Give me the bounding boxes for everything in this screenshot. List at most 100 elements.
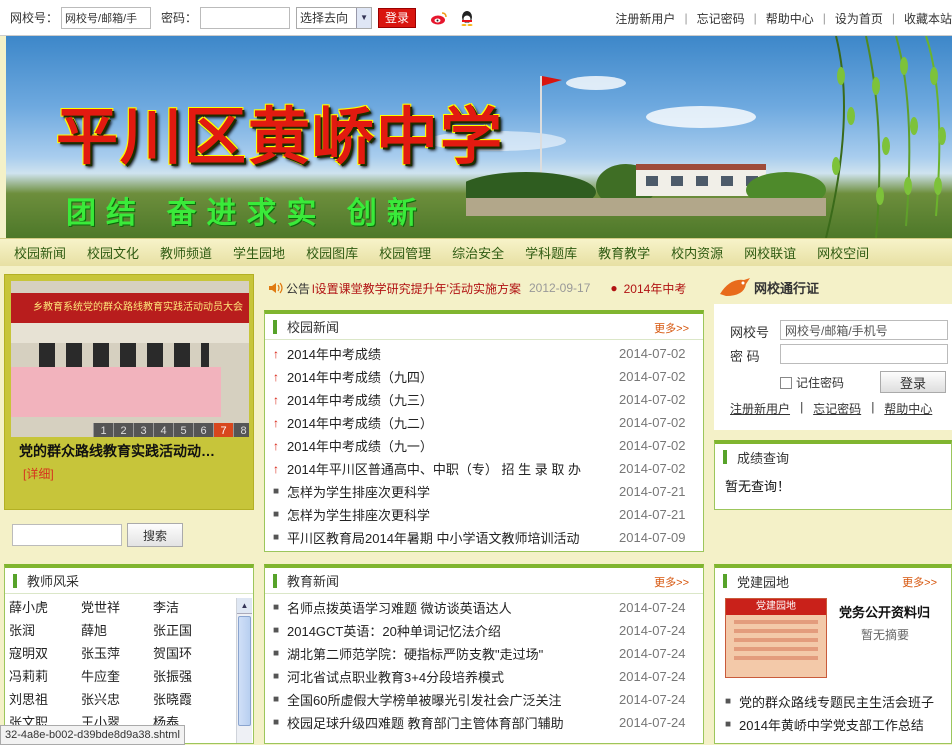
- news-item[interactable]: ↑ 2014年中考成绩 2014-07-02: [273, 342, 703, 365]
- nav-item-question-bank[interactable]: 学科题库: [525, 243, 577, 262]
- campus-news-more-link[interactable]: 更多>>: [654, 320, 689, 336]
- news-item[interactable]: ■ 怎样为学生排座次更科学 2014-07-21: [273, 503, 703, 526]
- nav-item-gallery[interactable]: 校园图库: [306, 243, 358, 262]
- news-title[interactable]: 怎样为学生排座次更科学: [287, 505, 613, 524]
- news-title[interactable]: 全国60所虚假大学榜单被曝光引发社会广泛关注: [287, 690, 613, 709]
- weibo-icon[interactable]: [430, 11, 448, 25]
- nav-item-safety[interactable]: 综治安全: [452, 243, 504, 262]
- slide-number[interactable]: 2: [113, 423, 133, 437]
- news-title[interactable]: 2014年中考成绩: [287, 344, 613, 363]
- teacher-name[interactable]: 张正国: [153, 619, 225, 642]
- party-headline[interactable]: 党务公开资料归: [839, 602, 930, 621]
- news-item[interactable]: ■ 名师点拨英语学习难题 微访谈英语达人 2014-07-24: [273, 596, 703, 619]
- pass-help-link[interactable]: 帮助中心: [884, 400, 932, 417]
- register-link[interactable]: 注册新用户: [615, 10, 675, 27]
- slideshow-image[interactable]: 乡教育系统党的群众路线教育实践活动动员大会 1 2 3 4 5 6 7 8: [11, 281, 249, 437]
- slide-detail-link[interactable]: [详细]: [23, 465, 54, 482]
- news-item[interactable]: ↑ 2014年中考成绩（九四） 2014-07-02: [273, 365, 703, 388]
- news-item[interactable]: ■ 河北省试点职业教育3+4分段培养模式 2014-07-24: [273, 665, 703, 688]
- pass-register-link[interactable]: 注册新用户: [730, 400, 790, 417]
- slide-number[interactable]: 1: [93, 423, 113, 437]
- slide-caption[interactable]: 党的群众路线教育实践活动动…: [19, 441, 215, 461]
- list-item[interactable]: ■ 党的群众路线专题民主生活会班子: [725, 690, 934, 713]
- news-title[interactable]: 2014年中考成绩（九四）: [287, 367, 613, 386]
- teacher-name[interactable]: 党世祥: [81, 596, 153, 619]
- news-item[interactable]: ↑ 2014年中考成绩（九三） 2014-07-02: [273, 388, 703, 411]
- notice-next[interactable]: 2014年中考: [624, 280, 687, 297]
- teacher-name[interactable]: 薛旭: [81, 619, 153, 642]
- news-item[interactable]: ■ 怎样为学生排座次更科学 2014-07-21: [273, 480, 703, 503]
- scroll-up-icon[interactable]: ▲: [237, 598, 252, 614]
- bookmark-link[interactable]: 收藏本站: [904, 10, 952, 27]
- party-more-link[interactable]: 更多>>: [902, 574, 937, 590]
- top-login-button[interactable]: 登录: [378, 7, 417, 28]
- notice-text[interactable]: l设置课堂教学研究提升年'活动实施方案: [312, 280, 521, 297]
- scroll-thumb[interactable]: [238, 616, 251, 726]
- news-item[interactable]: ■ 2014GCT英语：20种单词记忆法介绍 2014-07-24: [273, 619, 703, 642]
- password-input[interactable]: [200, 6, 291, 29]
- news-item[interactable]: ■ 湖北第二师范学院：硬指标严防支教"走过场" 2014-07-24: [273, 642, 703, 665]
- news-title[interactable]: 平川区教育局2014年暑期 中小学语文教师培训活动: [287, 528, 613, 547]
- pass-forgot-link[interactable]: 忘记密码: [813, 400, 861, 417]
- news-title[interactable]: 湖北第二师范学院：硬指标严防支教"走过场": [287, 644, 613, 663]
- teacher-name[interactable]: 张兴忠: [81, 688, 153, 711]
- slide-number[interactable]: 5: [173, 423, 193, 437]
- news-title[interactable]: 2014年中考成绩（九三）: [287, 390, 613, 409]
- nav-item-teachers[interactable]: 教师频道: [160, 243, 212, 262]
- list-item[interactable]: ■ 2014年黄峤中学党支部工作总结: [725, 713, 934, 736]
- pass-pwd-input[interactable]: [780, 344, 948, 364]
- news-title[interactable]: 2014年平川区普通高中、中职（专） 招 生 录 取 办: [287, 459, 613, 478]
- remember-checkbox[interactable]: [780, 376, 792, 389]
- news-title[interactable]: 校园足球升级四难题 教育部门主管体育部门辅助: [287, 713, 613, 732]
- forgot-password-link[interactable]: 忘记密码: [697, 10, 745, 27]
- slide-number[interactable]: 6: [193, 423, 213, 437]
- teacher-name[interactable]: 牛应奎: [81, 665, 153, 688]
- teacher-name[interactable]: 张振强: [153, 665, 225, 688]
- teacher-name[interactable]: 张润: [9, 619, 81, 642]
- destination-select[interactable]: 选择去向 ▼: [296, 6, 373, 29]
- slide-number[interactable]: 4: [153, 423, 173, 437]
- news-title[interactable]: 河北省试点职业教育3+4分段培养模式: [287, 667, 613, 686]
- nav-item-management[interactable]: 校园管理: [379, 243, 431, 262]
- teacher-name[interactable]: 薛小虎: [9, 596, 81, 619]
- edu-news-more-link[interactable]: 更多>>: [654, 574, 689, 590]
- help-center-link[interactable]: 帮助中心: [766, 10, 814, 27]
- search-input[interactable]: [12, 524, 122, 546]
- news-title[interactable]: 2014GCT英语：20种单词记忆法介绍: [287, 621, 613, 640]
- slide-number[interactable]: 8: [233, 423, 249, 437]
- news-item[interactable]: ■ 全国60所虚假大学榜单被曝光引发社会广泛关注 2014-07-24: [273, 688, 703, 711]
- news-title[interactable]: 2014年中考成绩（九一）: [287, 436, 613, 455]
- pass-id-input[interactable]: [780, 320, 948, 340]
- nav-item-campus-news[interactable]: 校园新闻: [14, 243, 66, 262]
- slide-number[interactable]: 3: [133, 423, 153, 437]
- news-item[interactable]: ■ 平川区教育局2014年暑期 中小学语文教师培训活动 2014-07-09: [273, 526, 703, 549]
- news-title[interactable]: 2014年中考成绩（九二）: [287, 413, 613, 432]
- news-title[interactable]: 怎样为学生排座次更科学: [287, 482, 613, 501]
- news-item[interactable]: ■ 校园足球升级四难题 教育部门主管体育部门辅助 2014-07-24: [273, 711, 703, 734]
- teacher-name[interactable]: 刘思祖: [9, 688, 81, 711]
- nav-item-teaching[interactable]: 教育教学: [598, 243, 650, 262]
- nav-item-students[interactable]: 学生园地: [233, 243, 285, 262]
- news-title[interactable]: 名师点拨英语学习难题 微访谈英语达人: [287, 598, 613, 617]
- set-homepage-link[interactable]: 设为首页: [835, 10, 883, 27]
- party-thumbnail[interactable]: 党建园地: [725, 598, 827, 678]
- qq-icon[interactable]: [460, 10, 474, 26]
- school-id-input[interactable]: [61, 6, 152, 29]
- news-item[interactable]: ↑ 2014年中考成绩（九一） 2014-07-02: [273, 434, 703, 457]
- search-button[interactable]: 搜索: [127, 523, 183, 547]
- teacher-name[interactable]: 冯莉莉: [9, 665, 81, 688]
- nav-item-space[interactable]: 网校空间: [817, 243, 869, 262]
- teacher-name[interactable]: 张玉萍: [81, 642, 153, 665]
- pass-login-button[interactable]: 登录: [880, 371, 946, 393]
- teacher-name[interactable]: 寇明双: [9, 642, 81, 665]
- teacher-name[interactable]: 李洁: [153, 596, 225, 619]
- news-item[interactable]: ↑ 2014年中考成绩（九二） 2014-07-02: [273, 411, 703, 434]
- nav-item-campus-culture[interactable]: 校园文化: [87, 243, 139, 262]
- nav-item-resources[interactable]: 校内资源: [671, 243, 723, 262]
- nav-item-alliance[interactable]: 网校联谊: [744, 243, 796, 262]
- slide-number-active[interactable]: 7: [213, 423, 233, 437]
- teacher-name[interactable]: 张晓霞: [153, 688, 225, 711]
- teacher-name[interactable]: 贺国环: [153, 642, 225, 665]
- teacher-list-scrollbar[interactable]: ▲: [236, 598, 252, 743]
- news-item[interactable]: ↑ 2014年平川区普通高中、中职（专） 招 生 录 取 办 2014-07-02: [273, 457, 703, 480]
